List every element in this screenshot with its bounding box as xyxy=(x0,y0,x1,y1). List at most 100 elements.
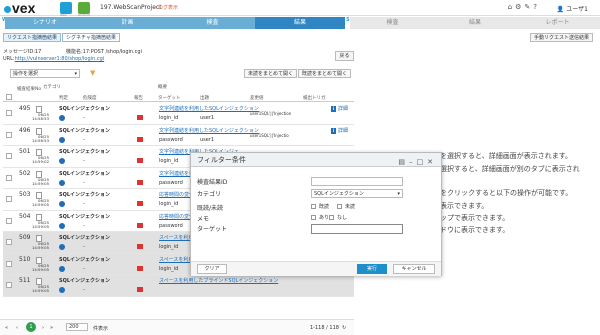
android-app-icon[interactable]: Android xyxy=(78,2,90,17)
next-page-icon[interactable]: › xyxy=(42,325,44,331)
row-checkbox[interactable] xyxy=(6,196,12,202)
refresh-icon[interactable]: ↻ xyxy=(342,325,346,331)
request-result-tab[interactable]: リクエスト指摘箇結果 xyxy=(3,33,62,42)
summary-link[interactable]: 文字列連結を利用したSQLインジェクション xyxy=(159,127,259,134)
detail-link[interactable]: i詳細 xyxy=(331,105,348,112)
web-step-scenario[interactable]: シナリオ xyxy=(5,17,85,29)
result-id-input[interactable] xyxy=(311,177,403,186)
web-step-plan[interactable]: 計画 xyxy=(85,17,170,29)
header-risk[interactable]: 危険度 xyxy=(83,95,97,101)
help-icon[interactable]: ? xyxy=(533,3,540,11)
header-request[interactable]: 変更値 xyxy=(250,95,264,101)
signature-result-tab[interactable]: シグネチャ指摘箇結果 xyxy=(62,33,120,42)
memo-no-checkbox[interactable] xyxy=(329,215,334,220)
settings-icon[interactable]: ⚙ xyxy=(515,3,524,11)
report-flag-icon[interactable] xyxy=(137,287,143,292)
per-page-select[interactable]: 200 xyxy=(66,323,88,331)
web-step-scan[interactable]: 検査 xyxy=(170,17,255,29)
server-step-report[interactable]: レポート xyxy=(515,17,600,29)
header-result-no[interactable]: 検査結果No xyxy=(17,86,41,92)
web-app-icon[interactable]: Web xyxy=(60,2,72,17)
row-checkbox[interactable] xyxy=(6,153,12,159)
report-flag-icon[interactable] xyxy=(137,179,143,185)
result-no[interactable]: 503 xyxy=(19,191,30,198)
summary-link[interactable]: 文字列連結を利用したSQLインジェクション xyxy=(159,105,259,112)
summary-link[interactable]: スペースを利用したブラインドSQLインジェクション xyxy=(159,277,278,284)
summary-link[interactable]: 応答時間の変化 xyxy=(159,213,194,220)
risk-text: - xyxy=(83,136,85,143)
row-checkbox[interactable] xyxy=(6,282,12,288)
cancel-button[interactable]: キャンセル xyxy=(393,264,435,274)
row-checkbox[interactable] xyxy=(6,174,12,181)
tool-icon[interactable]: ✎ xyxy=(524,3,533,11)
run-button[interactable]: 実行 xyxy=(357,264,387,274)
current-page[interactable]: 1 xyxy=(26,322,36,332)
row-checkbox[interactable] xyxy=(6,110,12,116)
header-detect[interactable]: 検出トリガ xyxy=(303,95,326,101)
category-text: SQLインジェクション xyxy=(59,235,111,241)
result-no[interactable]: 511 xyxy=(19,277,30,284)
report-flag-icon[interactable] xyxy=(137,158,143,163)
result-no[interactable]: 496 xyxy=(19,127,30,134)
clear-button[interactable]: クリア xyxy=(197,264,227,274)
header-summary[interactable]: 概要 xyxy=(158,84,167,90)
maximize-icon[interactable]: □ xyxy=(417,158,428,166)
result-no[interactable]: 502 xyxy=(19,170,30,177)
header-param[interactable]: 出題 xyxy=(200,95,209,101)
filter-icon[interactable]: ▼ xyxy=(90,69,95,77)
header-category[interactable]: カテゴリ xyxy=(43,84,61,90)
table-row[interactable]: 495 06/25 14:58:53 SQLインジェクション 文字列連結を利用したSQ… xyxy=(3,103,354,125)
table-row[interactable]: 511 06/25 14:59:05 SQLインジェクション スペースを利用したブライ… xyxy=(3,275,354,297)
report-flag-icon[interactable] xyxy=(137,222,143,228)
row-checkbox[interactable] xyxy=(6,260,12,267)
header-judge[interactable]: 判定 xyxy=(59,95,68,101)
summary-link[interactable]: 応答時間の変化 xyxy=(159,191,194,198)
server-step-result[interactable]: 結果 xyxy=(435,17,515,29)
category-text: SQLインジェクション xyxy=(59,278,111,284)
target-text: password xyxy=(159,136,183,143)
result-no[interactable]: 504 xyxy=(19,213,30,220)
first-page-icon[interactable]: « xyxy=(5,325,8,331)
dialog-header: フィルター条件 ▤–□✕ xyxy=(191,153,441,167)
select-all-checkbox[interactable] xyxy=(6,94,12,100)
report-flag-icon[interactable] xyxy=(137,201,143,206)
category-select[interactable]: SQLインジェクション ▾ xyxy=(311,189,403,198)
user-menu[interactable]: 👤 ユーザ1 xyxy=(557,4,588,13)
result-no[interactable]: 510 xyxy=(19,256,30,263)
open-read-button[interactable]: 既読をまとめて開く xyxy=(298,69,352,78)
header-target[interactable]: ターゲット xyxy=(158,95,181,101)
row-checkbox[interactable] xyxy=(6,239,12,245)
result-no[interactable]: 509 xyxy=(19,234,30,241)
row-checkbox[interactable] xyxy=(6,131,12,138)
report-flag-icon[interactable] xyxy=(137,136,143,142)
report-flag-icon[interactable] xyxy=(137,265,143,271)
url-link[interactable]: http://vulnserver1:80/shop/login.cgi xyxy=(15,56,105,62)
message-id: メッセージID:17 xyxy=(3,49,42,55)
unread-checkbox[interactable] xyxy=(337,204,342,209)
prev-page-icon[interactable]: ‹ xyxy=(16,325,18,331)
memo-yes-checkbox[interactable] xyxy=(311,215,316,220)
back-button[interactable]: 戻る xyxy=(335,51,354,61)
last-page-icon[interactable]: » xyxy=(50,325,53,331)
open-unread-button[interactable]: 未読をまとめて開く xyxy=(244,69,298,78)
read-checkbox[interactable] xyxy=(311,204,316,209)
operation-select[interactable]: 操作を選択 ▾ xyxy=(10,69,80,78)
result-no[interactable]: 501 xyxy=(19,148,30,155)
target-text: login_id xyxy=(159,201,179,207)
close-icon[interactable]: ✕ xyxy=(427,158,437,166)
report-flag-icon[interactable] xyxy=(137,244,143,249)
result-no[interactable]: 495 xyxy=(19,105,30,112)
log-warning[interactable]: ログ表示 xyxy=(158,4,178,11)
minimize-icon[interactable]: – xyxy=(409,158,417,166)
table-row[interactable]: 496 06/25 14:58:53 SQLインジェクション 文字列連結を利用したSQ… xyxy=(3,125,354,146)
server-step-scan[interactable]: 検査 xyxy=(350,17,435,29)
header-report[interactable]: 報告 xyxy=(134,95,143,101)
home-icon[interactable]: ⌂ xyxy=(508,3,515,11)
web-step-result[interactable]: 結果 xyxy=(255,17,345,29)
report-flag-icon[interactable] xyxy=(137,115,143,120)
row-checkbox[interactable] xyxy=(6,217,12,224)
target-input[interactable] xyxy=(311,224,403,234)
detail-link[interactable]: i詳細 xyxy=(331,127,348,134)
help-line-1: を選択すると、詳細画面が表示されます。 xyxy=(440,152,573,160)
doc-icon[interactable]: ▤ xyxy=(398,158,409,166)
